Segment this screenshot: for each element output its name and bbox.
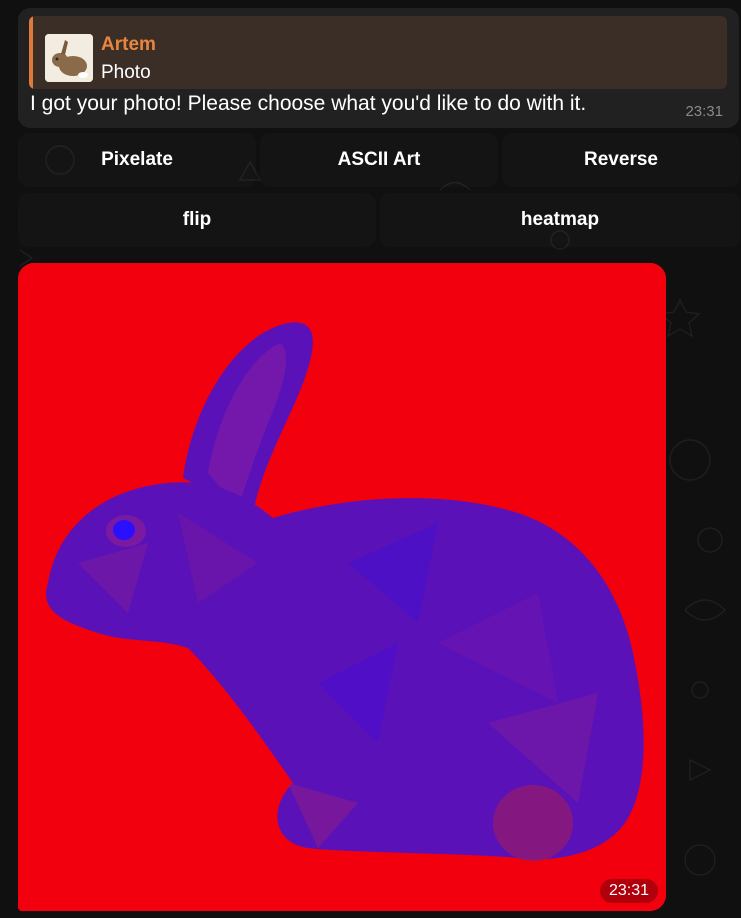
heatmap-button[interactable]: heatmap: [380, 193, 740, 247]
flip-button[interactable]: flip: [18, 193, 376, 247]
pixelate-button[interactable]: Pixelate: [18, 133, 256, 187]
reply-sender-name: Artem: [101, 34, 156, 55]
rabbit-thumbnail-icon: [45, 34, 93, 82]
message-bubble: Artem Photo I got your photo! Please cho…: [18, 8, 739, 128]
reply-preview[interactable]: Artem Photo: [29, 16, 727, 89]
photo-message[interactable]: 23:31: [18, 263, 666, 911]
message-timestamp: 23:31: [685, 103, 723, 120]
photo-timestamp: 23:31: [599, 879, 658, 903]
rabbit-heatmap-image: [18, 263, 666, 911]
reply-accent-bar: [29, 16, 33, 89]
reply-media-type: Photo: [101, 62, 151, 83]
ascii-art-button[interactable]: ASCII Art: [260, 133, 498, 187]
reverse-button[interactable]: Reverse: [502, 133, 740, 187]
message-text: I got your photo! Please choose what you…: [30, 92, 587, 115]
